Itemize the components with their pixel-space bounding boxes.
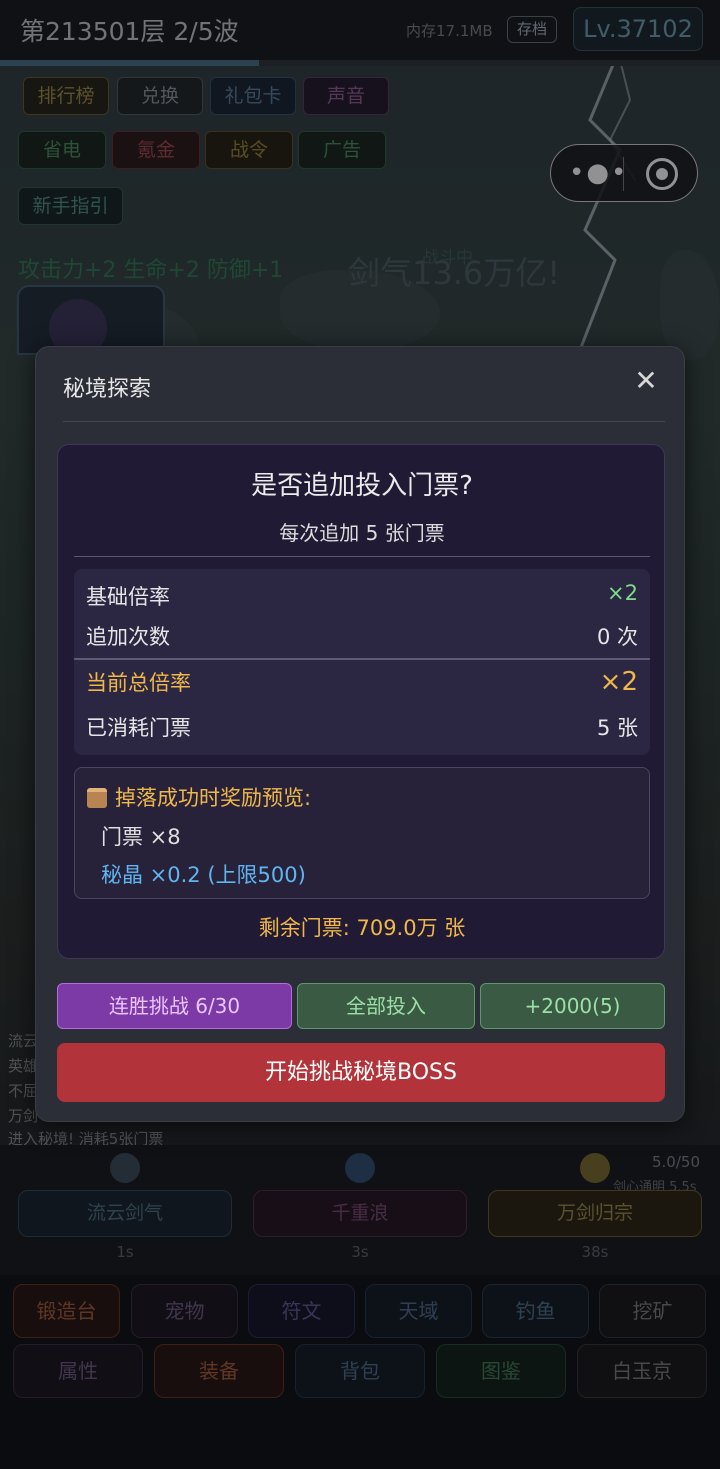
consumed-tickets-label: 已消耗门票 — [86, 716, 191, 740]
base-rate-value: ×2 — [607, 581, 638, 605]
secret-realm-dialog: 秘境探索 ✕ 是否追加投入门票? 每次追加 5 张门票 基础倍率 ×2 追加次数… — [35, 346, 685, 1122]
add-ticket-subtitle: 每次追加 5 张门票 — [279, 521, 445, 545]
stats-divider — [74, 658, 650, 660]
start-boss-button[interactable]: 开始挑战秘境BOSS — [57, 1043, 665, 1102]
add-count-label: 追加次数 — [86, 625, 170, 649]
add-2000-button[interactable]: +2000(5) — [480, 983, 665, 1029]
ticket-panel: 是否追加投入门票? 每次追加 5 张门票 基础倍率 ×2 追加次数 0 次 当前… — [57, 444, 665, 959]
stat-row: 基础倍率 ×2 — [86, 581, 638, 611]
game-scene: 第213501层 2/5波 内存17.1MB 存档 Lv.37102 排行榜 兑… — [0, 0, 720, 1469]
stat-row: 当前总倍率 ×2 — [86, 667, 638, 697]
remaining-tickets: 剩余门票: 709.0万 张 — [258, 916, 466, 940]
total-rate-value: ×2 — [599, 667, 638, 697]
dialog-title: 秘境探索 — [63, 377, 152, 402]
all-in-button[interactable]: 全部投入 — [297, 983, 475, 1029]
dialog-divider — [63, 421, 665, 422]
rate-stats: 基础倍率 ×2 追加次数 0 次 当前总倍率 ×2 已消耗门票 5 张 — [74, 569, 650, 755]
add-count-value: 0 次 — [596, 625, 638, 649]
base-rate-label: 基础倍率 — [86, 585, 170, 609]
reward-preview: 掉落成功时奖励预览: 门票 ×8 秘晶 ×0.2 (上限500) — [74, 767, 650, 899]
consumed-tickets-value: 5 张 — [596, 716, 638, 740]
panel-divider — [74, 556, 650, 557]
reward-ticket: 门票 ×8 — [101, 825, 181, 849]
package-icon — [87, 788, 107, 808]
add-ticket-question: 是否追加投入门票? — [251, 471, 473, 501]
close-icon[interactable]: ✕ — [632, 367, 660, 395]
streak-challenge-button[interactable]: 连胜挑战 6/30 — [57, 983, 292, 1029]
stat-row: 追加次数 0 次 — [86, 621, 638, 651]
total-rate-label: 当前总倍率 — [86, 671, 191, 695]
stat-row: 已消耗门票 5 张 — [86, 712, 638, 742]
reward-title-text: 掉落成功时奖励预览: — [115, 786, 312, 810]
reward-title: 掉落成功时奖励预览: — [87, 782, 311, 812]
reward-crystal: 秘晶 ×0.2 (上限500) — [101, 863, 306, 887]
